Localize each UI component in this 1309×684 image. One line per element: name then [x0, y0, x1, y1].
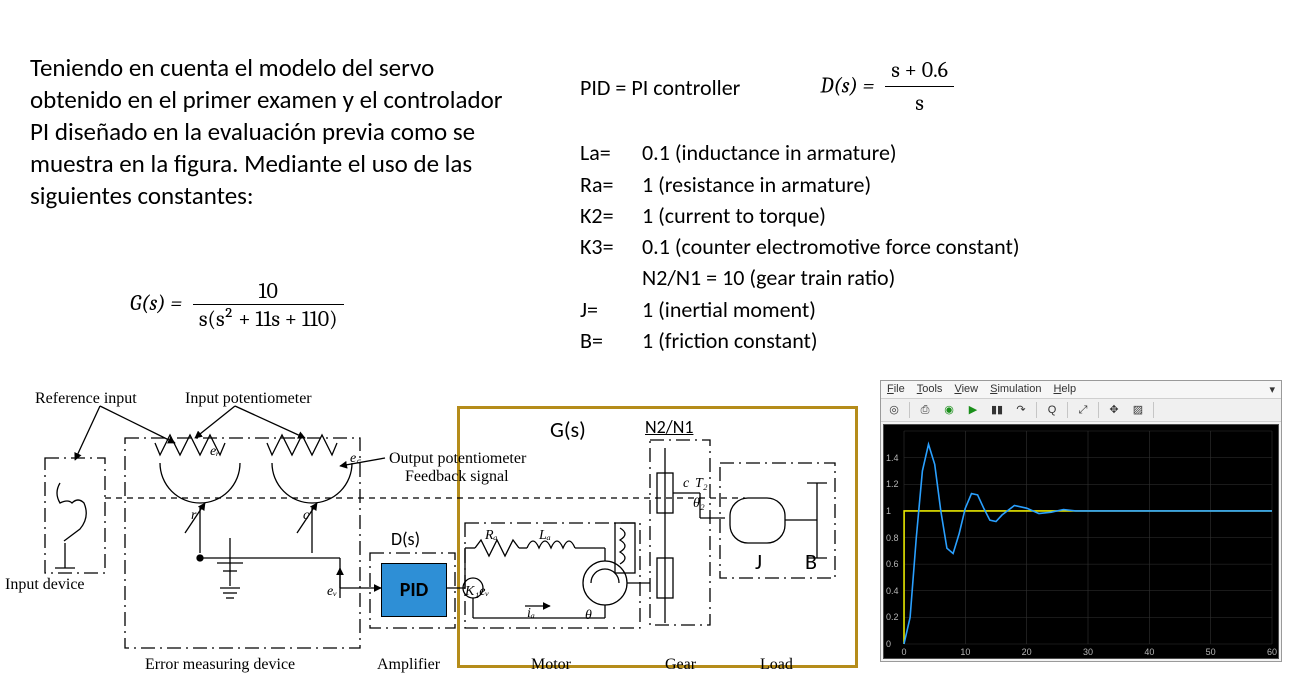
label-output-pot: Output potentiometer — [389, 450, 526, 468]
label-input-pot: Input potentiometer — [185, 390, 312, 408]
param-key: B= — [580, 325, 642, 356]
label-error-device: Error measuring device — [145, 656, 295, 674]
label-gs: G(s) — [550, 416, 586, 443]
label-c: c — [303, 508, 309, 524]
param-val: 1 (resistance in armature) — [642, 169, 871, 200]
ds-numerator: s + 0.6 — [885, 55, 954, 86]
toolbar-separator — [1153, 402, 1154, 418]
label-motor: Motor — [531, 656, 571, 674]
label-ia: iₐ — [527, 606, 535, 622]
pan-icon[interactable]: ✥ — [1105, 401, 1123, 419]
toolbar-separator — [1036, 402, 1037, 418]
param-val: 1 (friction constant) — [642, 325, 818, 356]
param-key: K2= — [580, 200, 642, 231]
label-j: J — [755, 548, 762, 575]
scope-toolbar: ◎ ⎙ ◉ ▶ ▮▮ ↷ Q ⤢ ✥ ▨ — [881, 399, 1281, 422]
pid-block-label: PID — [400, 578, 429, 602]
label-theta2: θ₂ — [693, 496, 705, 512]
stop-icon[interactable]: ▮▮ — [988, 401, 1006, 419]
parameter-list: La=0.1 (inductance in armature) Ra=1 (re… — [580, 137, 1280, 356]
toolbar-separator — [1067, 402, 1068, 418]
label-load: Load — [760, 656, 793, 674]
menu-simulation[interactable]: Simulation — [990, 383, 1041, 396]
label-n2n1: N2/N1 — [645, 416, 693, 438]
zoom-icon[interactable]: Q — [1043, 401, 1061, 419]
label-cshaft: c — [683, 476, 689, 492]
param-val: 1 (current to torque) — [642, 200, 826, 231]
label-ds: D(s) — [391, 528, 420, 550]
label-k1ev: K₁eᵥ — [465, 584, 489, 600]
menu-file[interactable]: File — [887, 383, 905, 396]
schematic-svg — [5, 388, 860, 676]
autoscale-icon[interactable]: ⤢ — [1074, 401, 1092, 419]
param-key — [580, 262, 642, 293]
label-b: B — [805, 548, 817, 575]
param-val: N2/N1 = 10 (gear train ratio) — [642, 262, 895, 293]
problem-statement: Teniendo en cuenta el modelo del servo o… — [30, 52, 510, 212]
servo-schematic: Reference input Input potentiometer Outp… — [5, 388, 860, 676]
scope-menubar: File Tools View Simulation Help ▾ — [881, 381, 1281, 399]
menu-tools[interactable]: Tools — [917, 383, 943, 396]
label-reference-input: Reference input — [35, 390, 137, 408]
play-icon[interactable]: ▶ — [964, 401, 982, 419]
pid-block: PID — [381, 563, 447, 617]
label-feedback: Feedback signal — [405, 468, 509, 486]
param-val: 0.1 (inductance in armature) — [642, 137, 897, 168]
simulink-scope: File Tools View Simulation Help ▾ ◎ ⎙ ◉ … — [880, 380, 1282, 662]
menu-dropdown-icon[interactable]: ▾ — [1269, 383, 1275, 396]
param-key: K3= — [580, 231, 642, 262]
equation-gs: G(s) = 10 s(s² + 11s + 110) — [130, 278, 344, 332]
param-key: J= — [580, 294, 642, 325]
gear-icon[interactable]: ◎ — [885, 401, 903, 419]
equation-ds: D(s) = s + 0.6 s — [820, 55, 954, 119]
label-amplifier: Amplifier — [377, 656, 440, 674]
label-input-device: Input device — [5, 576, 85, 594]
gs-lhs: G(s) = — [130, 290, 182, 316]
ds-denominator: s — [885, 86, 954, 119]
gs-numerator: 10 — [193, 278, 344, 304]
param-key: La= — [580, 137, 642, 168]
param-val: 1 (inertial moment) — [642, 294, 816, 325]
menu-help[interactable]: Help — [1053, 383, 1076, 396]
ds-lhs: D(s) = — [820, 72, 874, 98]
param-key: Ra= — [580, 169, 642, 200]
label-ra: Rₐ — [485, 528, 498, 544]
param-val: 0.1 (counter electromotive force constan… — [642, 231, 1020, 262]
label-ev: eᵥ — [327, 584, 337, 600]
pid-controller-label: PID = PI controller — [580, 72, 740, 103]
label-theta: θ — [585, 608, 592, 624]
parameters-column: PID = PI controller D(s) = s + 0.6 s La=… — [580, 55, 1280, 356]
label-r: r — [191, 508, 196, 524]
label-t2: T₂ — [695, 476, 708, 492]
toolbar-separator — [909, 402, 910, 418]
print-icon[interactable]: ⎙ — [916, 401, 934, 419]
label-ec: e꜀ — [350, 448, 361, 467]
label-er: eᵣ — [210, 444, 220, 460]
menu-view[interactable]: View — [954, 383, 978, 396]
scope-plot-area[interactable]: 00.20.40.60.811.21.40102030405060 — [883, 424, 1279, 659]
target-icon[interactable]: ◉ — [940, 401, 958, 419]
toolbar-separator — [1098, 402, 1099, 418]
label-gear: Gear — [665, 656, 696, 674]
highlight-icon[interactable]: ▨ — [1129, 401, 1147, 419]
label-la: Lₐ — [539, 528, 551, 544]
stepfwd-icon[interactable]: ↷ — [1012, 401, 1030, 419]
gs-denominator: s(s² + 11s + 110) — [193, 304, 344, 332]
